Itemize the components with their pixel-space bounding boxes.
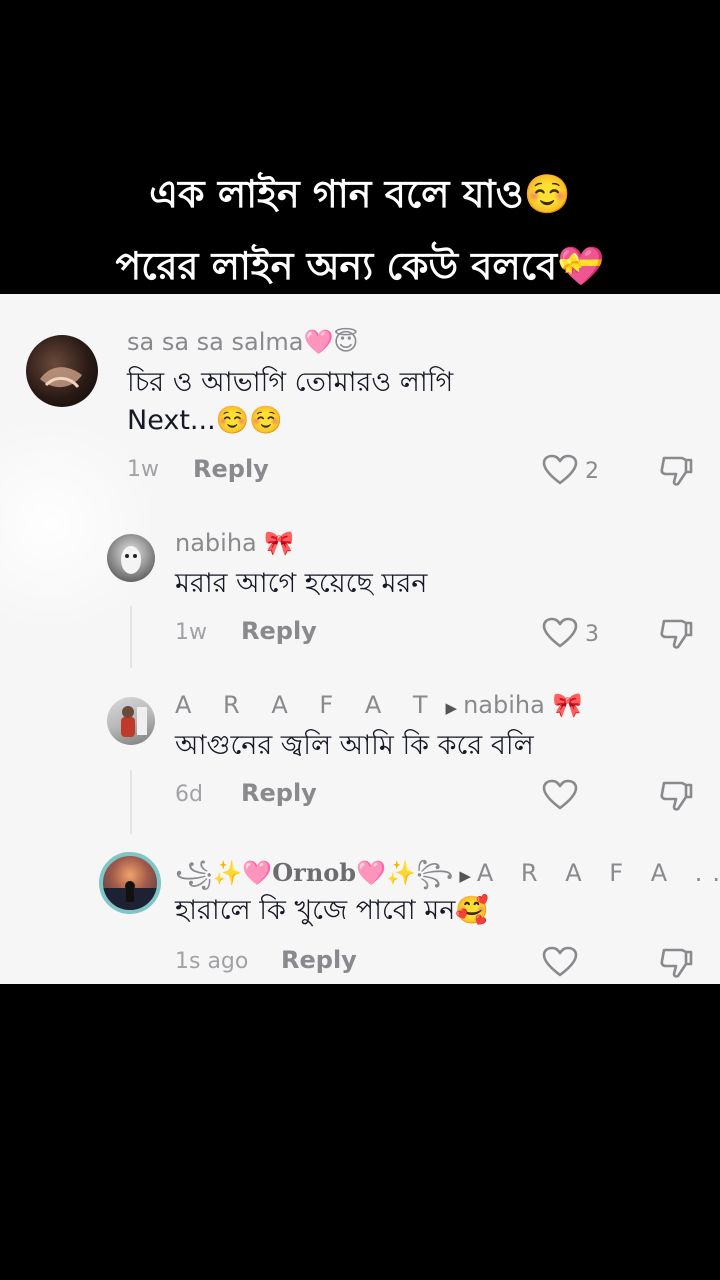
comment-time: 1s ago [175,949,249,974]
reply-button[interactable]: Reply [241,617,317,645]
like-count: 2 [585,459,599,484]
like-count: 3 [585,622,599,647]
comment-username[interactable]: nabiha 🎀 [175,529,294,557]
comment-text: আগুনের জ্বলি আমি কি করে বলি [175,730,534,761]
thumbs-down-icon[interactable] [658,777,694,813]
comment-text: চির ও আভাগি তোমারও লাগি [127,367,454,398]
reply-button[interactable]: Reply [241,779,317,807]
heart-outline-icon[interactable] [542,454,578,486]
comment-text: Next...☺️☺️ [127,405,283,436]
reply-button[interactable]: Reply [193,455,269,483]
avatar[interactable] [107,534,155,582]
reply-to-name[interactable]: A R A F A ... [477,859,720,887]
comment-text: মরার আগে হয়েছে মরন [175,568,428,599]
thread-line [130,770,132,834]
triangle-right-icon: ▶ [459,867,471,885]
thumbs-down-icon[interactable] [658,615,694,651]
overlay-title-line1: এক লাইন গান বলে যাও☺️ [149,172,571,216]
comments-panel: sa sa sa salma🩷😇 চির ও আভাগি তোমারও লাগি… [0,294,720,984]
avatar[interactable] [107,697,155,745]
triangle-right-icon: ▶ [445,699,458,717]
commenter-name[interactable]: Ornob [272,858,356,887]
comment-username[interactable]: sa sa sa salma🩷😇 [127,328,358,356]
avatar[interactable] [26,335,98,407]
comment-time: 1w [175,620,207,645]
heart-outline-icon[interactable] [542,617,578,649]
heart-outline-icon[interactable] [542,779,578,811]
comment-time: 6d [175,782,203,807]
thumbs-down-icon[interactable] [658,944,694,980]
overlay-title-line2: পরের লাইন অন্য কেউ বলবে💝 [115,244,605,288]
reply-to-name[interactable]: nabiha 🎀 [463,691,582,719]
comment-text: হারালে কি খুজে পাবো মন🥰 [175,895,489,926]
avatar[interactable] [99,852,161,914]
comment-time: 1w [127,457,159,482]
comment-username[interactable]: A R A F A T ▶ nabiha 🎀 [175,691,582,719]
reply-button[interactable]: Reply [281,946,357,974]
thread-line [130,606,132,668]
commenter-name[interactable]: A R A F A T [175,691,440,719]
heart-outline-icon[interactable] [542,946,578,978]
thumbs-down-icon[interactable] [658,452,694,488]
